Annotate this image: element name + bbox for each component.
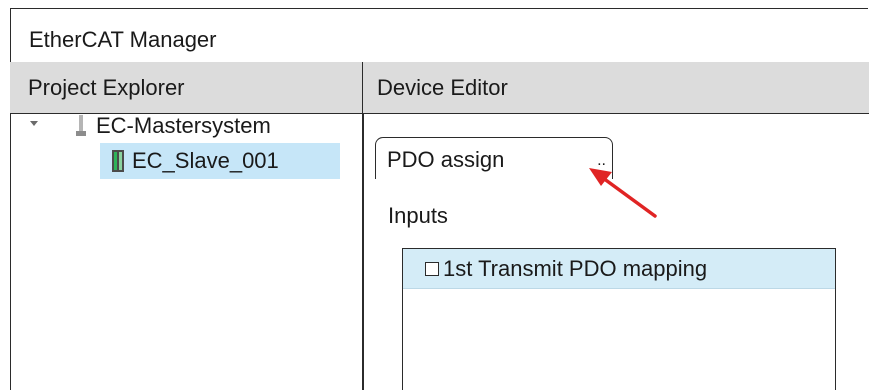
annotation-arrow-icon — [589, 168, 657, 218]
